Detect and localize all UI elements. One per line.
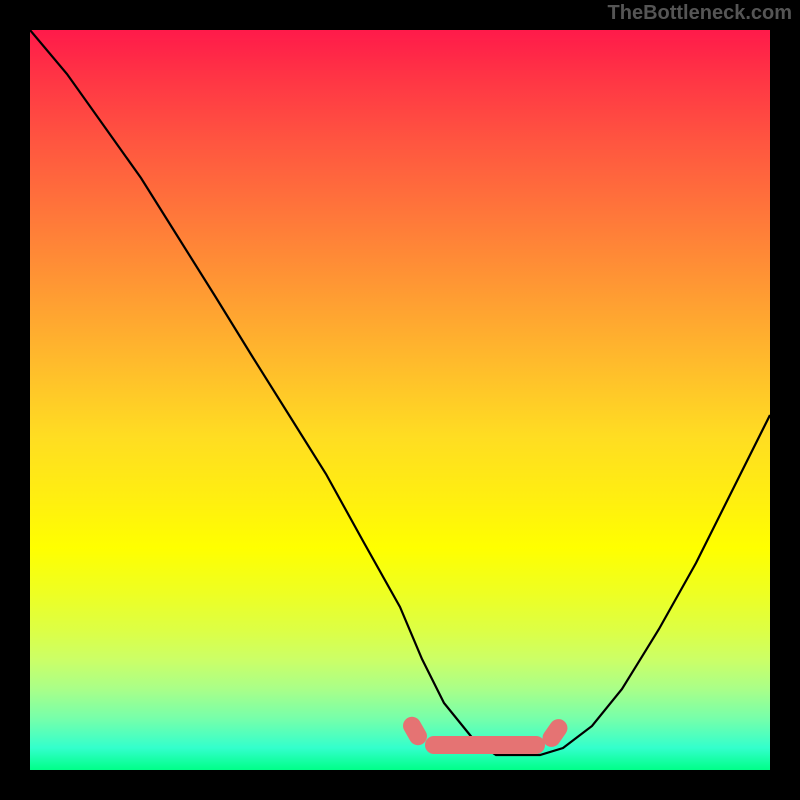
watermark-text: TheBottleneck.com [608,2,792,25]
highlight-segment-mid [425,736,545,754]
plot-area [30,30,770,770]
curve-svg [30,30,770,770]
bottleneck-curve [30,30,770,755]
